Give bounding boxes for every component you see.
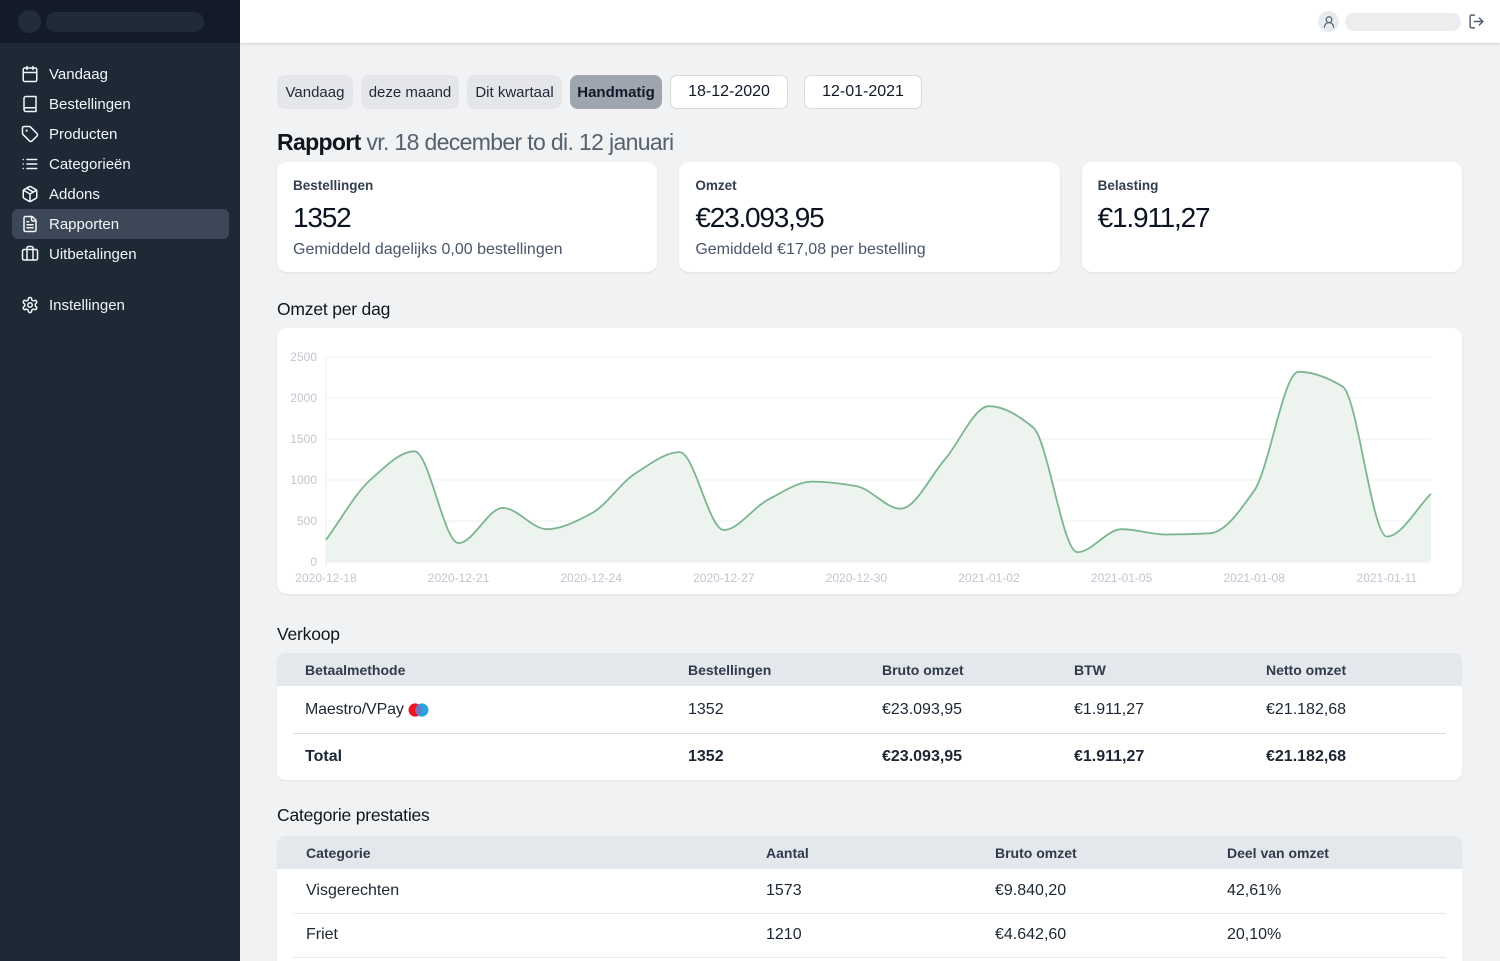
svg-text:2021-01-11: 2021-01-11 (1357, 571, 1418, 585)
svg-text:2020-12-18: 2020-12-18 (295, 571, 357, 585)
svg-text:500: 500 (297, 514, 317, 528)
svg-text:2021-01-08: 2021-01-08 (1224, 571, 1286, 585)
svg-text:2021-01-05: 2021-01-05 (1091, 571, 1153, 585)
svg-text:1000: 1000 (290, 473, 317, 487)
svg-text:0: 0 (310, 555, 317, 569)
svg-text:2020-12-27: 2020-12-27 (693, 571, 755, 585)
svg-text:2000: 2000 (290, 391, 317, 405)
svg-text:1500: 1500 (290, 432, 317, 446)
svg-text:2020-12-24: 2020-12-24 (561, 571, 623, 585)
svg-text:2021-01-02: 2021-01-02 (958, 571, 1020, 585)
svg-text:2020-12-30: 2020-12-30 (826, 571, 888, 585)
svg-text:2020-12-21: 2020-12-21 (428, 571, 490, 585)
svg-text:2500: 2500 (290, 350, 317, 364)
